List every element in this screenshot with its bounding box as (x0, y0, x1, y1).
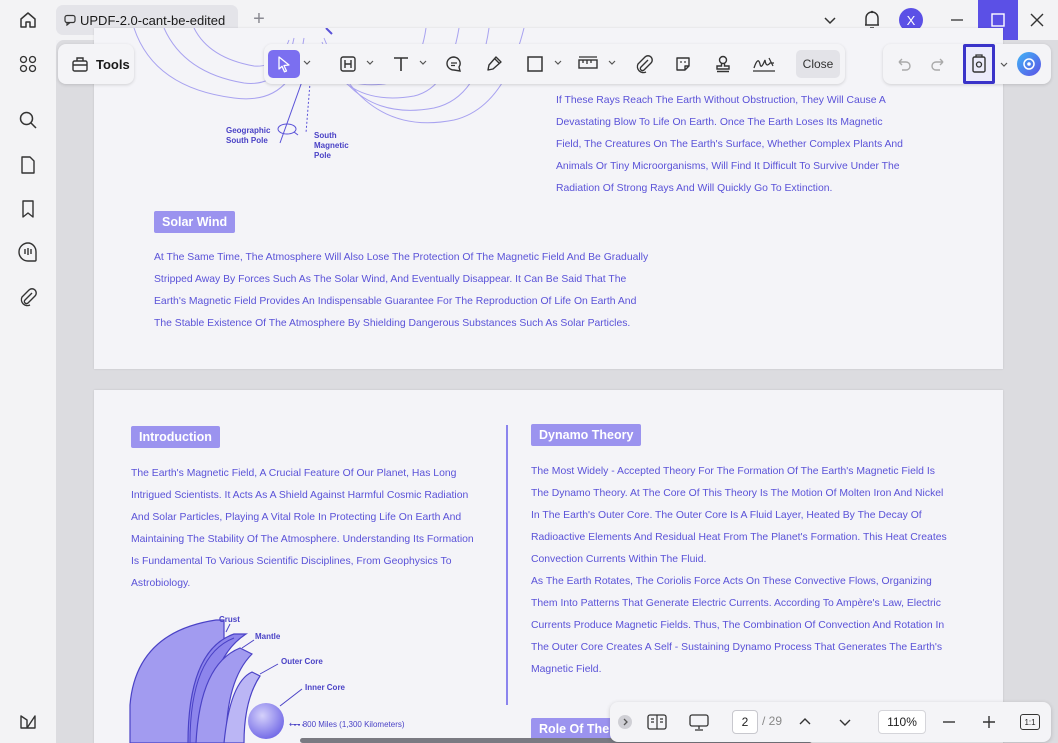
zoom-in-icon[interactable] (978, 710, 1000, 734)
attachments-icon[interactable] (14, 283, 42, 311)
outer-core-label: Outer Core (281, 657, 323, 666)
text-line: At The Same Time, The Atmosphere Will Al… (154, 252, 649, 263)
distance-label: ⟵ 800 Miles (1,300 Kilometers) (289, 720, 405, 730)
text-line: Convection Currents Within The Fluid. (531, 554, 707, 565)
text-line: If These Rays Reach The Earth Without Ob… (556, 95, 886, 106)
page-number-input[interactable]: 2 (732, 710, 758, 734)
attachment-icon[interactable] (630, 50, 658, 78)
highlight-icon[interactable] (334, 50, 362, 78)
text-line: Radioactive Elements And Residual Heat F… (531, 532, 947, 543)
text-line: The Earth's Magnetic Field, A Crucial Fe… (131, 468, 457, 479)
text-line: As The Earth Rotates, The Coriolis Force… (531, 576, 932, 587)
south-magnetic-pole-label: South Magnetic Pole (314, 131, 349, 160)
text-line: In The Earth's Outer Core. The Outer Cor… (531, 510, 922, 521)
text-line: Radiation Of Strong Rays And Will Quickl… (556, 183, 833, 194)
text-line: The Dynamo Theory. At The Core Of This T… (531, 488, 944, 499)
tools-label: Tools (96, 56, 130, 72)
measure-icon[interactable] (574, 50, 602, 78)
tools-button[interactable]: Tools (58, 44, 134, 84)
signature-icon[interactable] (748, 50, 780, 78)
next-page-icon[interactable] (834, 710, 856, 734)
chevron-down-icon[interactable] (553, 58, 563, 68)
left-sidebar (0, 40, 56, 743)
text-line: Animals Or Tiny Microorganisms, Will Fin… (556, 161, 900, 172)
tab-title: UPDF-2.0-cant-be-edited (80, 12, 226, 28)
minimize-icon[interactable] (946, 10, 968, 30)
role-heading: Role Of The (531, 718, 618, 740)
page-total: / 29 (762, 714, 783, 728)
pages-icon[interactable] (14, 151, 42, 179)
arrow-left-icon: ⟵ (289, 720, 303, 729)
text-line: The Stable Existence Of The Atmosphere B… (154, 318, 631, 329)
text-line: The Outer Core Creates A Self - Sustaini… (531, 642, 943, 653)
dynamo-theory-heading: Dynamo Theory (531, 424, 642, 446)
text-line: The Most Widely - Accepted Theory For Th… (531, 466, 935, 477)
text-line: Maintaining The Stability Of The Atmosph… (131, 534, 474, 545)
search-icon[interactable] (14, 106, 42, 134)
text-line: Stripped Away By Forces Such As The Sola… (154, 274, 627, 285)
slideshow-icon[interactable] (686, 710, 712, 734)
thumbnails-icon[interactable] (14, 50, 42, 78)
page-navigation-bar: 2 / 29 110% 1:1 (610, 702, 1051, 742)
solar-wind-paragraph: At The Same Time, The Atmosphere Will Al… (154, 247, 648, 335)
actual-size-button[interactable]: 1:1 (1018, 710, 1042, 734)
mantle-label: Mantle (255, 632, 281, 641)
inner-core-label: Inner Core (305, 683, 346, 692)
text-line: And Solar Particles, Playing A Vital Rol… (131, 512, 462, 523)
stamp-icon[interactable] (709, 50, 737, 78)
close-toolbar-button[interactable]: Close (796, 50, 840, 78)
zoom-level[interactable]: 110% (878, 710, 926, 734)
text-line: Field, The Creatures On The Earth's Surf… (556, 139, 903, 150)
chevron-down-icon[interactable] (302, 58, 312, 68)
add-tab-button[interactable]: + (249, 9, 269, 30)
rectangle-icon[interactable] (521, 50, 549, 78)
introduction-paragraph: The Earth's Magnetic Field, A Crucial Fe… (131, 463, 474, 595)
chevron-down-icon[interactable] (820, 10, 840, 30)
pencil-icon[interactable] (480, 50, 508, 78)
comment-icon[interactable] (440, 50, 468, 78)
chevron-down-icon[interactable] (365, 58, 375, 68)
reading-mode-icon[interactable] (644, 710, 670, 734)
text-line: Earth's Magnetic Field Provides An Indis… (154, 296, 637, 307)
comments-icon[interactable] (14, 238, 42, 266)
dynamo-paragraph: The Most Widely - Accepted Theory For Th… (531, 461, 947, 681)
column-divider (506, 425, 508, 705)
text-line: Astrobiology. (131, 578, 191, 589)
distance-text: 800 Miles (1,300 Kilometers) (302, 720, 405, 729)
text-icon[interactable] (387, 50, 415, 78)
geographic-south-pole-label: Geographic South Pole (226, 126, 271, 145)
toolbox-icon (72, 57, 88, 72)
redo-icon[interactable] (929, 54, 949, 74)
chevron-down-icon[interactable] (607, 58, 617, 68)
page-settings-button[interactable] (963, 44, 995, 84)
text-line: Them Into Patterns That Generate Electri… (531, 598, 941, 609)
zoom-out-icon[interactable] (938, 710, 960, 734)
chevron-down-icon[interactable] (999, 60, 1009, 70)
solar-wind-heading: Solar Wind (154, 211, 236, 233)
text-line: Currents Produce Magnetic Fields. Thus, … (531, 620, 945, 631)
previous-page-icon[interactable] (794, 710, 816, 734)
close-window-icon[interactable] (1026, 10, 1048, 30)
introduction-heading: Introduction (131, 426, 220, 448)
sticker-icon[interactable] (669, 50, 697, 78)
ai-assistant-icon[interactable] (1017, 52, 1041, 76)
layers-icon[interactable] (14, 707, 42, 735)
annotation-toolbar: Close (264, 44, 845, 84)
page-settings-icon (972, 54, 986, 73)
right-toolbar (883, 44, 1051, 84)
comment-icon (64, 14, 76, 26)
text-line: Is Fundamental To Various Scientific Dis… (131, 556, 452, 567)
collapse-arrow-icon[interactable] (616, 710, 634, 734)
home-icon[interactable] (14, 8, 42, 32)
undo-icon[interactable] (893, 54, 913, 74)
chevron-down-icon[interactable] (418, 58, 428, 68)
rays-paragraph: If These Rays Reach The Earth Without Ob… (556, 90, 903, 200)
text-line: Intrigued Scientists. It Acts As A Shiel… (131, 490, 469, 501)
crust-label: Crust (219, 615, 240, 624)
bookmark-icon[interactable] (14, 195, 42, 223)
text-line: Magnetic Field. (531, 664, 602, 675)
actual-size-label: 1:1 (1020, 714, 1040, 730)
text-line: Devastating Blow To Life On Earth. Once … (556, 117, 883, 128)
select-icon[interactable] (268, 50, 300, 78)
